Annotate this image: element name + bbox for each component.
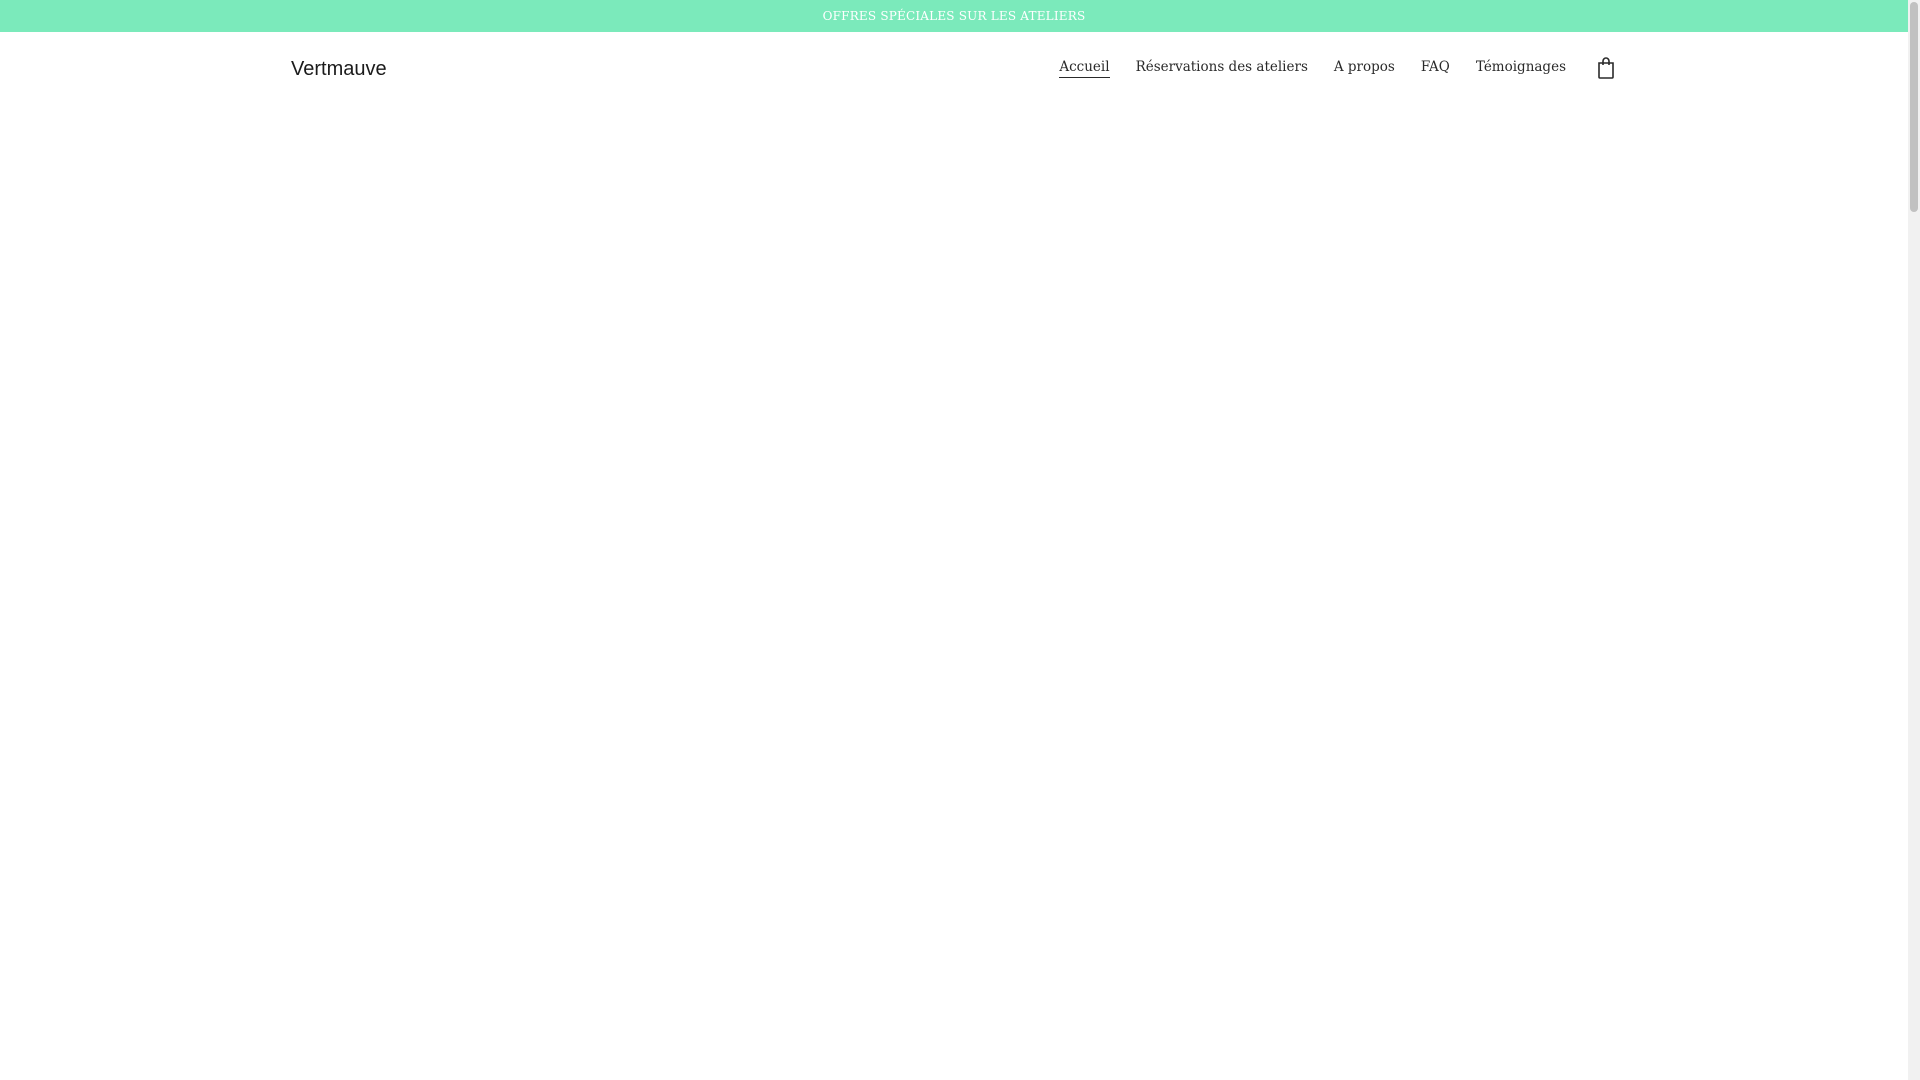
site-logo[interactable]: Vertmauve bbox=[291, 58, 387, 81]
main-nav: Accueil Réservations des ateliers A prop… bbox=[1059, 56, 1618, 80]
nav-accueil[interactable]: Accueil bbox=[1059, 59, 1110, 78]
nav-faq[interactable]: FAQ bbox=[1421, 59, 1450, 77]
nav-reservations[interactable]: Réservations des ateliers bbox=[1136, 59, 1308, 77]
site-header: Vertmauve Accueil Réservations des ateli… bbox=[0, 32, 1908, 106]
page-scrollbar[interactable] bbox=[1908, 0, 1920, 1080]
nav-temoignages[interactable]: Témoignages bbox=[1476, 59, 1566, 77]
shopping-bag-icon[interactable] bbox=[1594, 56, 1618, 80]
promo-banner[interactable]: OFFRES SPÉCIALES SUR LES ATELIERS bbox=[0, 0, 1908, 32]
promo-text: OFFRES SPÉCIALES SUR LES ATELIERS bbox=[822, 9, 1086, 23]
scrollbar-thumb[interactable] bbox=[1910, 2, 1918, 212]
nav-a-propos[interactable]: A propos bbox=[1334, 59, 1395, 77]
